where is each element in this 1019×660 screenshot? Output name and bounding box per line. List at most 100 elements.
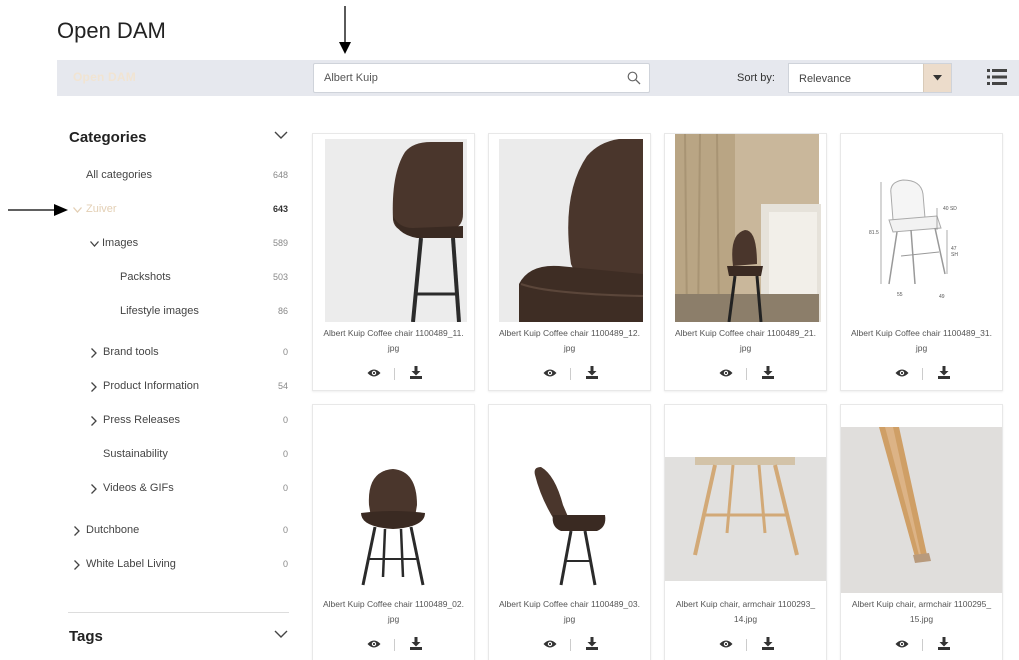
asset-card[interactable]: Albert Kuip Coffee chair 1100489_03. jpg [488, 404, 651, 660]
category-product-information[interactable]: Product Information 54 [68, 379, 290, 395]
asset-actions [841, 366, 1002, 382]
eye-icon[interactable] [367, 639, 381, 649]
annotation-arrow-down [339, 6, 351, 54]
download-icon[interactable] [762, 637, 774, 650]
chevron-down-icon[interactable] [73, 207, 82, 213]
chevron-down-icon[interactable] [274, 131, 288, 140]
page-title: Open DAM [57, 18, 166, 43]
category-label: All categories [86, 169, 153, 181]
category-press-releases[interactable]: Press Releases 0 [68, 413, 290, 429]
asset-thumbnail[interactable] [841, 405, 1002, 593]
asset-card[interactable]: 40 SD 81.5 47 SH 55 49 Albert Kuip Coffe… [840, 133, 1003, 391]
asset-filename: Albert Kuip Coffee chair 1100489_11. jpg [315, 326, 472, 356]
asset-filename-line: Albert Kuip chair, armchair 1100295_ [851, 599, 992, 609]
asset-filename-line: 15.jpg [909, 614, 934, 624]
category-brand-tools[interactable]: Brand tools 0 [68, 345, 290, 361]
asset-card[interactable]: Albert Kuip Coffee chair 1100489_11. jpg [312, 133, 475, 391]
asset-thumbnail[interactable] [313, 134, 474, 322]
action-separator [570, 368, 571, 380]
asset-filename-line: jpg [387, 614, 400, 624]
category-zuiver[interactable]: Zuiver 643 [68, 202, 290, 218]
asset-thumbnail[interactable] [313, 405, 474, 593]
download-icon[interactable] [410, 637, 422, 650]
chair-image [325, 139, 467, 322]
asset-card[interactable]: Albert Kuip chair, armchair 1100293_ 14.… [664, 404, 827, 660]
category-packshots[interactable]: Packshots 503 [68, 270, 290, 286]
download-icon[interactable] [762, 366, 774, 379]
asset-filename: Albert Kuip Coffee chair 1100489_31. jpg [843, 326, 1000, 356]
category-sustainability[interactable]: Sustainability 0 [68, 447, 290, 463]
eye-icon[interactable] [895, 639, 909, 649]
download-icon[interactable] [410, 366, 422, 379]
chevron-right-icon[interactable] [91, 348, 97, 358]
dimension-diagram-image: 40 SD 81.5 47 SH 55 49 [841, 134, 1002, 322]
sidebar-divider [68, 612, 289, 613]
category-lifestyle-images[interactable]: Lifestyle images 86 [68, 304, 290, 320]
download-icon[interactable] [938, 366, 950, 379]
category-label: Zuiver [86, 203, 117, 215]
asset-actions [665, 637, 826, 653]
download-icon[interactable] [586, 366, 598, 379]
chevron-right-icon[interactable] [91, 416, 97, 426]
asset-actions [489, 366, 650, 382]
chevron-right-icon[interactable] [74, 526, 80, 536]
category-count: 0 [282, 483, 288, 493]
eye-icon[interactable] [543, 639, 557, 649]
download-icon[interactable] [938, 637, 950, 650]
category-count: 589 [272, 238, 288, 248]
tags-header[interactable]: Tags [68, 626, 290, 646]
eye-icon[interactable] [719, 368, 733, 378]
search-icon[interactable] [627, 71, 641, 85]
brand-logo[interactable]: Open DAM [73, 70, 136, 84]
category-images[interactable]: Images 589 [68, 236, 290, 252]
chair-front-image [313, 405, 474, 593]
chevron-right-icon[interactable] [91, 382, 97, 392]
sort-select[interactable]: Relevance [788, 63, 952, 93]
action-separator [922, 639, 923, 651]
category-count: 86 [277, 306, 288, 316]
asset-actions [841, 637, 1002, 653]
category-all[interactable]: All categories 648 [68, 168, 290, 184]
asset-card[interactable]: Albert Kuip Coffee chair 1100489_12. jpg [488, 133, 651, 391]
eye-icon[interactable] [367, 368, 381, 378]
category-videos-gifs[interactable]: Videos & GIFs 0 [68, 481, 290, 497]
chevron-right-icon[interactable] [91, 484, 97, 494]
category-label: Press Releases [103, 414, 181, 426]
chevron-right-icon[interactable] [74, 560, 80, 570]
asset-thumbnail[interactable] [665, 405, 826, 593]
search-box[interactable] [313, 63, 650, 93]
asset-filename: Albert Kuip chair, armchair 1100295_ 15.… [843, 597, 1000, 627]
download-icon[interactable] [586, 637, 598, 650]
chevron-down-icon[interactable] [90, 241, 99, 247]
asset-thumbnail[interactable]: 40 SD 81.5 47 SH 55 49 [841, 134, 1002, 322]
list-view-icon[interactable] [987, 68, 1007, 86]
sort-value: Relevance [799, 73, 851, 85]
category-white-label-living[interactable]: White Label Living 0 [68, 557, 290, 573]
chevron-down-icon[interactable] [274, 630, 288, 639]
asset-filename-line: Albert Kuip Coffee chair 1100489_02. [323, 599, 464, 609]
asset-card[interactable]: Albert Kuip chair, armchair 1100295_ 15.… [840, 404, 1003, 660]
categories-header[interactable]: Categories [68, 127, 290, 147]
search-input[interactable] [314, 64, 604, 92]
eye-icon[interactable] [543, 368, 557, 378]
asset-thumbnail[interactable] [489, 134, 650, 322]
category-dutchbone[interactable]: Dutchbone 0 [68, 523, 290, 539]
dimension-label: 81.5 [869, 230, 879, 236]
eye-icon[interactable] [719, 639, 733, 649]
asset-thumbnail[interactable] [665, 134, 826, 322]
annotation-arrow-right [8, 204, 68, 216]
action-separator [746, 639, 747, 651]
sort-dropdown-button[interactable] [923, 64, 951, 92]
asset-card[interactable]: Albert Kuip Coffee chair 1100489_02. jpg [312, 404, 475, 660]
category-count: 503 [272, 272, 288, 282]
category-label: Brand tools [103, 346, 159, 358]
eye-icon[interactable] [895, 368, 909, 378]
category-count: 0 [282, 449, 288, 459]
action-separator [922, 368, 923, 380]
action-separator [394, 639, 395, 651]
asset-card[interactable]: Albert Kuip Coffee chair 1100489_21. jpg [664, 133, 827, 391]
asset-thumbnail[interactable] [489, 405, 650, 593]
category-label: Sustainability [103, 448, 168, 460]
dimension-label: 49 [939, 294, 945, 300]
asset-filename-line: jpg [739, 343, 752, 353]
